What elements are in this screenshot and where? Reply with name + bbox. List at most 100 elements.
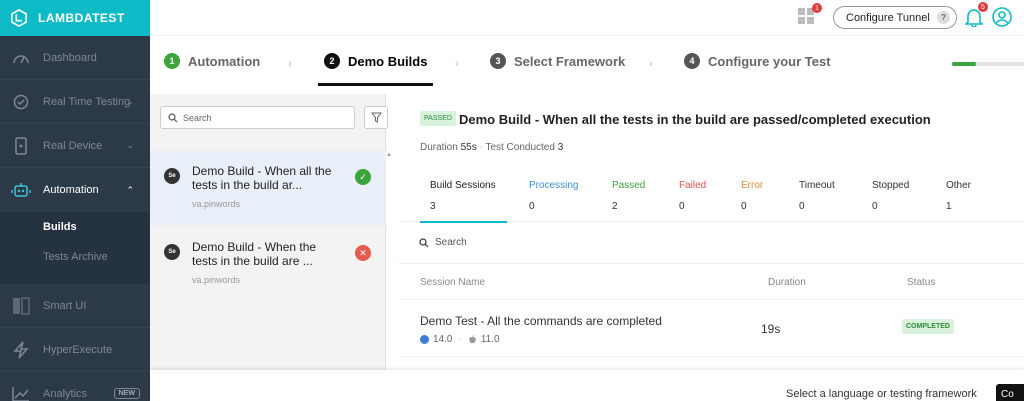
sidebar-item-real-device[interactable]: Real Device ⌄ [0,124,150,168]
check-icon: ✓ [355,169,371,185]
tests-conducted-label: Test Conducted [485,142,555,153]
sidebar-item-smart-ui[interactable]: Smart UI [0,284,150,328]
column-header-session-name: Session Name [420,277,486,288]
progress-bar-fill [952,62,976,66]
onboarding-stepper: 1 Automation › 2 Demo Builds › 3 Select … [150,36,1024,86]
build-search-placeholder: Search [183,112,212,123]
browser-icon [420,335,429,344]
step-number: 3 [490,53,506,69]
chart-line-icon [10,383,32,401]
chevron-right-icon: › [455,58,459,70]
continue-button[interactable]: Co [996,384,1024,401]
selenium-icon: Se [164,168,180,184]
step-label: Configure your Test [708,53,831,69]
bell-icon[interactable]: 5 [964,2,988,28]
lambdatest-logo-icon [10,9,28,27]
duration-label: Duration [420,142,458,153]
tab-count: 0 [741,201,747,212]
brand-name: LAMBDATEST [38,11,125,25]
build-list-panel: Search Se Demo Build - When all the test… [150,94,392,401]
tab-count: 2 [612,201,618,212]
sidebar-item-analytics[interactable]: Analytics NEW [0,372,150,401]
tab-label: Processing [529,180,579,191]
configure-tunnel-button[interactable]: Configure Tunnel ? [833,6,957,29]
session-name-link[interactable]: Demo Test - All the commands are complet… [420,314,662,328]
build-status-badge: PASSED [420,111,456,126]
step-configure-test[interactable]: 4 Configure your Test [684,36,831,86]
sidebar-subitem-tests-archive[interactable]: Tests Archive [0,242,150,272]
build-detail-panel: PASSED Demo Build - When all the tests i… [399,94,1024,401]
session-environment: 14.0 · 11.0 [420,334,500,345]
mobile-device-icon [10,135,32,157]
apps-grid-icon[interactable]: 1 [798,3,822,24]
configure-tunnel-label: Configure Tunnel [846,11,930,24]
scroll-up-icon[interactable]: ▲ [386,152,392,158]
session-duration: 19s [761,322,781,336]
selenium-icon: Se [164,244,180,260]
step-select-framework[interactable]: 3 Select Framework [490,36,625,86]
chevron-down-icon: ⌄ [126,140,134,150]
tab-label: Other [946,180,972,191]
clock-icon [10,91,32,113]
build-meta: Duration 55s · Test Conducted 3 [420,142,564,153]
build-detail-title: Demo Build - When all the tests in the b… [459,112,931,127]
chevron-right-icon: › [649,58,653,70]
robot-icon [10,179,32,201]
help-icon[interactable]: ? [937,11,950,24]
step-label: Automation [188,53,261,69]
step-label: Select Framework [514,53,626,69]
duration-value: 55s [460,142,477,153]
build-title: Demo Build - When the tests in the build… [192,240,317,268]
session-search-placeholder: Search [435,237,467,248]
sidebar-item-label: Dashboard [43,51,97,64]
step-demo-builds[interactable]: 2 Demo Builds [317,36,434,86]
tests-conducted-value: 3 [557,142,564,153]
tab-label: Failed [679,180,707,191]
new-badge: NEW [113,388,140,399]
sidebar-item-hyperexecute[interactable]: HyperExecute [0,328,150,372]
sidebar-item-label: HyperExecute [43,343,113,356]
session-search-input[interactable]: Search [399,222,1024,264]
step-automation[interactable]: 1 Automation [164,36,260,86]
divider [399,299,1024,300]
step-label: Demo Builds [348,53,428,69]
brand-header[interactable]: LAMBDATEST [0,0,150,36]
progress-bar [952,62,1024,66]
step-number: 2 [324,53,340,69]
build-title: Demo Build - When all the tests in the b… [192,164,332,192]
tab-count: 1 [946,201,952,212]
tab-count: 0 [529,201,535,212]
tab-count: 3 [430,201,436,212]
tab-label: Error [741,180,764,191]
sidebar-item-dashboard[interactable]: Dashboard [0,36,150,80]
search-icon [168,113,178,123]
top-header: 1 Configure Tunnel ? 5 [150,0,1024,36]
sidebar-item-label: Real Device [43,139,103,152]
bottom-action-bar: Select a language or testing framework C… [150,370,1024,401]
sidebar-item-real-time-testing[interactable]: Real Time Testing ⌄ [0,80,150,124]
build-search-input[interactable]: Search [160,106,355,129]
divider [399,356,1024,357]
filter-button[interactable] [364,106,388,129]
build-list-item[interactable]: Se Demo Build - When the tests in the bu… [150,227,386,301]
browser-version: 14.0 [433,334,453,345]
os-version: 11.0 [480,334,500,345]
notification-count-badge: 5 [978,2,988,12]
lightning-icon [10,339,32,361]
tab-label: Passed [612,180,646,191]
automation-submenu: Builds Tests Archive [0,212,150,284]
build-user: va.pinwords [192,275,241,285]
chevron-up-icon: ⌃ [126,184,134,195]
tab-label: Build Sessions [430,180,496,191]
build-list-item[interactable]: Se Demo Build - When all the tests in th… [150,151,386,225]
tab-label: Timeout [799,180,835,191]
step-number: 4 [684,53,700,69]
column-header-status: Status [907,277,936,288]
sidebar-subitem-builds[interactable]: Builds [0,212,150,242]
framework-prompt: Select a language or testing framework [786,388,977,400]
sidebar-item-label: Real Time Testing [43,95,131,108]
sidebar-item-automation[interactable]: Automation ⌃ [0,168,150,212]
sidebar: LAMBDATEST Dashboard Real Time Testing ⌄… [0,0,150,401]
user-avatar-icon[interactable] [992,7,1012,27]
chevron-down-icon: ⌄ [126,96,134,106]
